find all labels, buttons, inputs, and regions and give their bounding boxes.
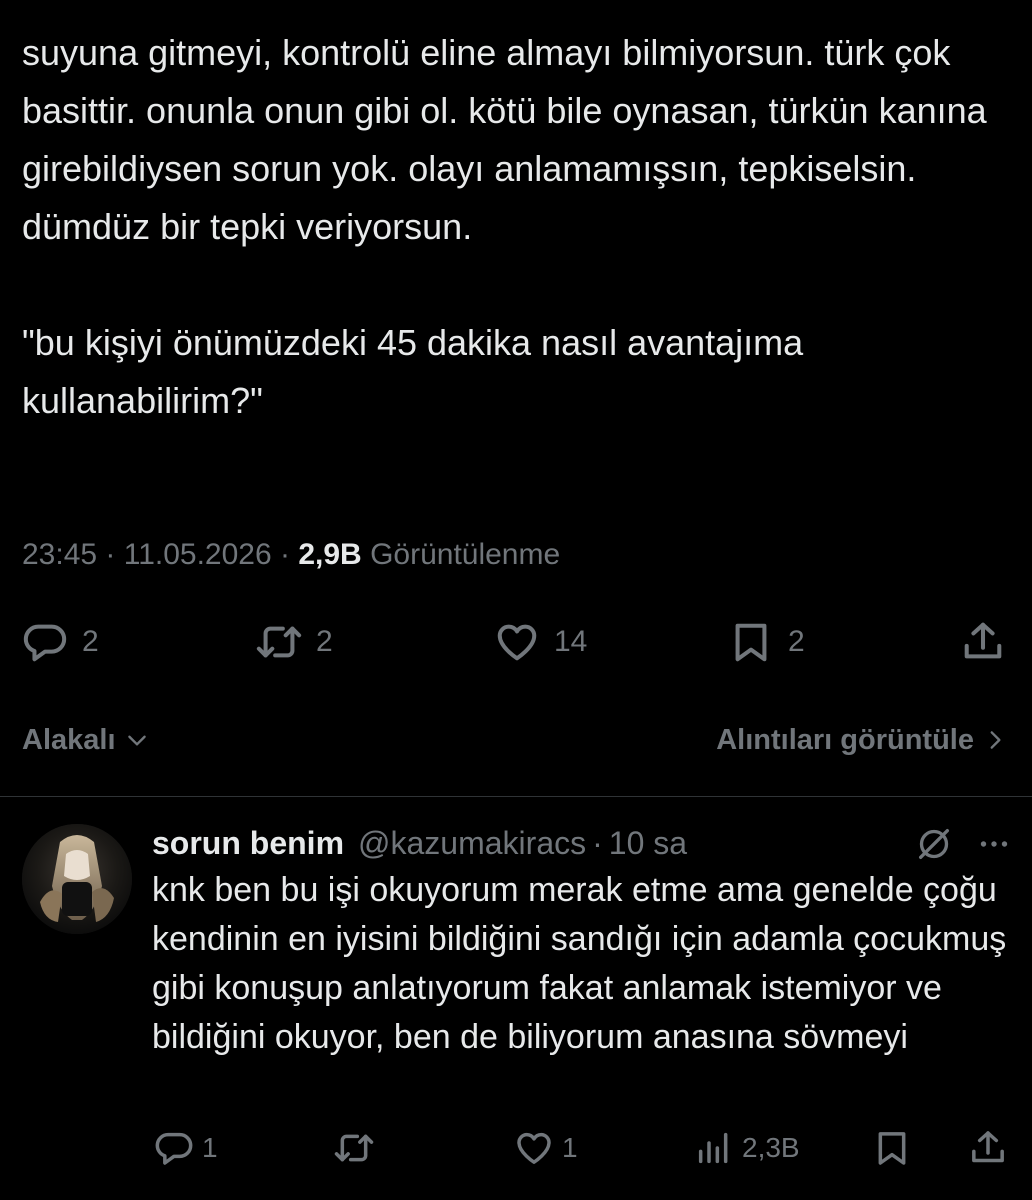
share-button[interactable] xyxy=(960,614,1006,670)
repost-arrows-icon xyxy=(334,1134,374,1162)
reply-button[interactable]: 2 xyxy=(22,614,99,670)
tweet-time[interactable]: 23:45 xyxy=(22,538,97,571)
divider xyxy=(0,796,1032,797)
speech-bubble-icon xyxy=(155,1132,193,1165)
repost-arrows-icon xyxy=(256,626,302,658)
view-quotes-link[interactable]: Alıntıları görüntüle xyxy=(716,724,1008,757)
reply-like-button[interactable]: 1 xyxy=(514,1122,578,1174)
reply-like-count: 1 xyxy=(562,1132,578,1163)
share-upload-icon xyxy=(972,1131,1004,1163)
tweet-paragraph: suyuna gitmeyi, kontrolü eline almayı bi… xyxy=(22,32,987,247)
bookmark-icon xyxy=(878,1132,906,1165)
bar-chart-icon xyxy=(698,1132,728,1164)
tweet-meta: 23:45 · 11.05.2026 · 2,9B Görüntülenme xyxy=(22,538,560,572)
reply-views-button[interactable]: 2,3B xyxy=(694,1122,800,1174)
reply-handle[interactable]: @kazumakiracs xyxy=(358,825,586,862)
reply-reply-button[interactable]: 1 xyxy=(154,1122,218,1174)
reply-tweet[interactable]: sorun benim @kazumakiracs · 10 sa knk be… xyxy=(152,820,1012,1062)
bookmark-button[interactable]: 2 xyxy=(728,614,805,670)
header-separator: · xyxy=(592,824,603,861)
reply-display-name[interactable]: sorun benim xyxy=(152,825,344,862)
tweet-date[interactable]: 11.05.2026 xyxy=(124,538,272,571)
share-upload-icon xyxy=(964,622,1002,659)
reply-header: sorun benim @kazumakiracs · 10 sa xyxy=(152,820,1012,866)
reply-count: 2 xyxy=(82,625,99,658)
tweet-paragraph: "bu kişiyi önümüzdeki 45 dakika nasıl av… xyxy=(22,322,804,421)
reply-tools xyxy=(914,824,1012,864)
reply-repost-button[interactable] xyxy=(334,1122,374,1174)
sort-dropdown[interactable]: Alakalı xyxy=(22,724,150,757)
views-count: 2,9B xyxy=(298,538,362,571)
reply-action-bar: 1 1 2,3B xyxy=(0,1122,1032,1174)
reply-views-count: 2,3B xyxy=(742,1132,800,1163)
view-quotes-label: Alıntıları görüntüle xyxy=(716,723,974,756)
reply-reply-count: 1 xyxy=(202,1132,218,1163)
more-dots-icon[interactable] xyxy=(976,826,1012,862)
reply-text: knk ben bu işi okuyorum merak etme ama g… xyxy=(152,871,1007,1056)
meta-separator: · xyxy=(271,538,299,571)
avatar-image xyxy=(22,824,132,934)
reply-time[interactable]: 10 sa xyxy=(609,825,687,862)
tweet-action-bar: 2 2 14 2 xyxy=(0,614,1032,670)
chevron-right-icon xyxy=(990,731,1001,749)
slashed-circle-icon[interactable] xyxy=(914,824,954,864)
reply-share-button[interactable] xyxy=(968,1122,1008,1174)
like-count: 14 xyxy=(554,625,588,658)
meta-separator: · xyxy=(97,538,124,571)
chevron-down-icon xyxy=(127,735,146,746)
repost-button[interactable]: 2 xyxy=(256,614,333,670)
heart-icon xyxy=(497,624,537,661)
views-label: Görüntülenme xyxy=(370,538,561,571)
reply-bookmark-button[interactable] xyxy=(872,1122,912,1174)
heart-icon xyxy=(517,1132,551,1164)
sort-label: Alakalı xyxy=(22,723,116,756)
replies-sort-row: Alakalı Alıntıları görüntüle xyxy=(22,718,1008,762)
bookmark-count: 2 xyxy=(788,625,805,658)
avatar[interactable] xyxy=(22,824,132,934)
bookmark-icon xyxy=(735,623,767,662)
repost-count: 2 xyxy=(316,625,333,658)
tweet-text: suyuna gitmeyi, kontrolü eline almayı bi… xyxy=(22,24,1012,430)
like-button[interactable]: 14 xyxy=(494,614,587,670)
speech-bubble-icon xyxy=(23,624,67,662)
